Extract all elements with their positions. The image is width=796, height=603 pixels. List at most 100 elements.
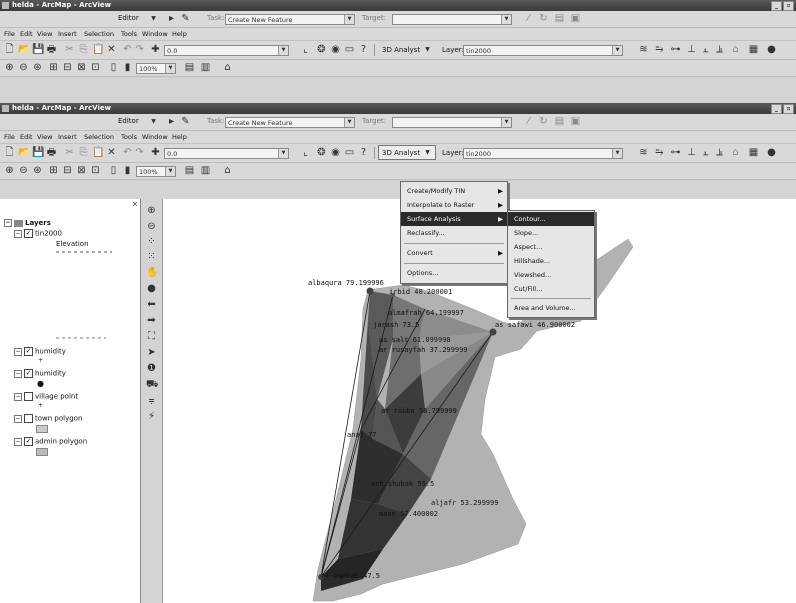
task-combo[interactable]: Create New Feature ▼ <box>225 14 355 25</box>
create-contours-icon[interactable]: ≋ <box>638 147 649 158</box>
fixed-zoom-out-icon[interactable]: ⁙ <box>146 251 157 262</box>
menu-window[interactable]: Window <box>142 132 168 142</box>
rotate-tool-icon[interactable]: ↻ <box>538 13 549 24</box>
save-icon[interactable]: 💾 <box>32 147 44 158</box>
menu-help[interactable]: Help <box>172 29 187 39</box>
new-icon[interactable]: 🗋 <box>4 44 15 55</box>
grid-zoom-out-icon[interactable]: ⊟ <box>62 62 73 73</box>
menu-tools[interactable]: Tools <box>121 132 137 142</box>
menu-item-options[interactable]: Options... <box>401 266 507 280</box>
pan-layer-icon[interactable]: ⊛ <box>32 62 43 73</box>
whats-this-icon[interactable]: ? <box>358 44 369 55</box>
arcglobe-icon[interactable]: ● <box>766 147 777 158</box>
menu-insert[interactable]: Insert <box>58 29 77 39</box>
interpolate-polygon-icon[interactable]: ⫡ <box>714 147 725 158</box>
open-icon[interactable]: 📂 <box>18 44 30 55</box>
menu-tools[interactable]: Tools <box>121 29 137 39</box>
interpolate-line-icon[interactable]: ⫠ <box>700 147 711 158</box>
combo-arrow-icon[interactable]: ▼ <box>501 118 511 127</box>
combo-arrow-icon[interactable]: ▼ <box>612 149 622 158</box>
add-data-icon[interactable]: ✚ <box>150 147 161 158</box>
menu-item-reclassify[interactable]: Reclassify... <box>401 226 507 240</box>
menu-view[interactable]: View <box>37 132 52 142</box>
editor-menu-button[interactable]: Editor <box>118 116 139 127</box>
layer-checkbox[interactable]: ✓ <box>24 437 33 446</box>
identify-icon[interactable]: ❶ <box>146 363 157 374</box>
open-icon[interactable]: 📂 <box>18 147 30 158</box>
edit-tool-icon[interactable]: ▸ <box>166 116 177 127</box>
combo-arrow-icon[interactable]: ▼ <box>165 167 175 176</box>
menu-window[interactable]: Window <box>142 29 168 39</box>
zoom-in-icon[interactable]: ⊕ <box>146 205 157 216</box>
zoom-in-fixed-icon[interactable]: ⊕ <box>4 165 15 176</box>
zoom-percent-combo[interactable]: 100% ▼ <box>136 166 176 177</box>
collapse-icon[interactable]: − <box>14 347 22 356</box>
toggle-draft-icon[interactable]: ▤ <box>184 62 195 73</box>
menu-edit[interactable]: Edit <box>20 29 33 39</box>
zoom-percent-combo[interactable]: 100% ▼ <box>136 63 176 74</box>
select-features-icon[interactable]: ⛶ <box>146 331 157 342</box>
sketch-tool-icon[interactable]: ✎ <box>180 13 191 24</box>
arcscene-icon[interactable]: ▦ <box>748 147 759 158</box>
menu-item-area-and-volume[interactable]: Area and Volume... <box>508 301 594 315</box>
command-line-icon[interactable]: ▭ <box>344 44 355 55</box>
profile-graph-icon[interactable]: ⌂ <box>730 44 741 55</box>
zoom-out-fixed-icon[interactable]: ⊖ <box>18 165 29 176</box>
steepest-path-icon[interactable]: ⥱ <box>654 44 665 55</box>
go-forward-icon[interactable]: ➡ <box>146 315 157 326</box>
toc-icon[interactable]: ❂ <box>316 44 327 55</box>
interpolate-point-icon[interactable]: ⊥ <box>686 44 697 55</box>
find-icon[interactable]: ⛟ <box>146 379 159 390</box>
grid-zoom-icon[interactable]: ⊞ <box>48 62 59 73</box>
attributes-icon[interactable]: ▤ <box>554 13 565 24</box>
undo-icon[interactable]: ↶ <box>122 147 133 158</box>
restore-button[interactable]: ▫ <box>783 1 794 11</box>
sketch-properties-icon[interactable]: ▣ <box>570 13 581 24</box>
layer-combo[interactable]: tin2000 ▼ <box>463 148 623 159</box>
fixed-zoom-in-icon[interactable]: ⁘ <box>146 236 157 247</box>
line-of-sight-icon[interactable]: ⊶ <box>670 44 681 55</box>
redo-icon[interactable]: ↷ <box>134 147 145 158</box>
attributes-icon[interactable]: ▤ <box>554 116 565 127</box>
line-of-sight-icon[interactable]: ⊶ <box>670 147 681 158</box>
toc-layer-town-polygon[interactable]: − town polygon <box>14 414 82 423</box>
toc-root[interactable]: − Layers <box>4 219 51 227</box>
collapse-icon[interactable]: − <box>14 392 22 401</box>
layer-combo[interactable]: tin2000 ▼ <box>463 45 623 56</box>
minimize-button[interactable]: _ <box>771 104 782 114</box>
grid-zoom-icon[interactable]: ⊞ <box>48 165 59 176</box>
collapse-icon[interactable]: − <box>4 219 12 227</box>
menu-help[interactable]: Help <box>172 132 187 142</box>
combo-arrow-icon[interactable]: ▼ <box>344 118 354 127</box>
combo-arrow-icon[interactable]: ▼ <box>501 15 511 24</box>
3d-analyst-menu[interactable]: 3D Analyst <box>382 45 420 56</box>
print-icon[interactable]: 🖶 <box>46 147 57 158</box>
grid-zoom-out-icon[interactable]: ⊟ <box>62 165 73 176</box>
target-combo[interactable]: ▼ <box>392 117 512 128</box>
editor-menu-button[interactable]: Editor <box>118 13 139 24</box>
collapse-icon[interactable]: − <box>14 414 22 423</box>
menu-item-aspect[interactable]: Aspect... <box>508 240 594 254</box>
menu-item-slope[interactable]: Slope... <box>508 226 594 240</box>
zoom-out-fixed-icon[interactable]: ⊖ <box>18 62 29 73</box>
toc-layer-tin2000[interactable]: − ✓ tin2000 <box>14 229 62 238</box>
toc-layer-humidity-2[interactable]: − ✓ humidity <box>14 369 66 378</box>
extent-back-icon[interactable]: ⊡ <box>90 165 101 176</box>
collapse-icon[interactable]: − <box>14 369 22 378</box>
combo-arrow-icon[interactable]: ▼ <box>612 46 622 55</box>
add-data-icon[interactable]: ✚ <box>150 44 161 55</box>
copy-icon[interactable]: ⎘ <box>78 44 89 55</box>
menu-item-contour[interactable]: Contour... <box>508 212 594 226</box>
menu-item-cut-fill[interactable]: Cut/Fill... <box>508 282 594 296</box>
full-extent-icon[interactable]: ● <box>146 283 157 294</box>
menu-item-hillshade[interactable]: Hillshade... <box>508 254 594 268</box>
toggle-draft-icon[interactable]: ▤ <box>184 165 195 176</box>
new-icon[interactable]: 🗋 <box>4 147 15 158</box>
layer-checkbox[interactable]: ✓ <box>24 369 33 378</box>
undo-icon[interactable]: ↶ <box>122 44 133 55</box>
layer-checkbox[interactable]: ✓ <box>24 347 33 356</box>
edit-tool-icon[interactable]: ▸ <box>166 13 177 24</box>
paste-icon[interactable]: 📋 <box>92 147 104 158</box>
menu-item-interpolate-to-raster[interactable]: Interpolate to Raster ▶ <box>401 198 507 212</box>
collapse-icon[interactable]: − <box>14 437 22 446</box>
